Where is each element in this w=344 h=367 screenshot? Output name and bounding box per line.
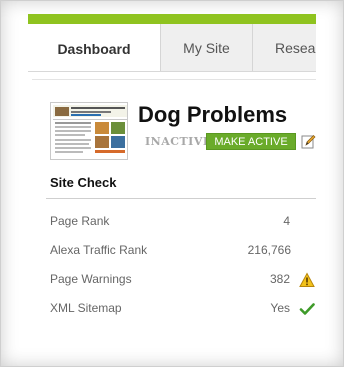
site-check-row-page-warnings[interactable]: Page Warnings 382 xyxy=(50,272,316,290)
tab-dashboard[interactable]: Dashboard xyxy=(28,24,161,71)
row-label: Page Warnings xyxy=(50,272,132,286)
edit-icon[interactable] xyxy=(301,134,316,149)
section-divider xyxy=(46,198,316,199)
site-check-row-xml-sitemap: XML Sitemap Yes xyxy=(50,301,316,319)
check-icon xyxy=(299,301,315,317)
site-thumbnail[interactable] xyxy=(50,102,128,160)
row-label: Alexa Traffic Rank xyxy=(50,243,148,257)
row-value: 4 xyxy=(283,214,290,228)
tab-research[interactable]: Resear xyxy=(253,24,316,71)
accent-bar xyxy=(28,14,316,24)
divider xyxy=(32,79,316,80)
section-title-site-check: Site Check xyxy=(50,175,117,190)
tab-bar: Dashboard My Site Resear xyxy=(28,24,316,72)
row-label: Page Rank xyxy=(50,214,110,228)
site-thumbnail-image xyxy=(51,103,127,159)
row-value: 216,766 xyxy=(247,243,291,257)
row-value: Yes xyxy=(270,301,290,315)
warning-icon[interactable] xyxy=(299,272,315,288)
status-label: INACTIVE xyxy=(145,135,212,148)
site-check-row-alexa-rank: Alexa Traffic Rank 216,766 xyxy=(50,243,316,261)
row-label: XML Sitemap xyxy=(50,301,122,315)
site-title: Dog Problems xyxy=(138,102,288,127)
site-check-row-page-rank: Page Rank 4 xyxy=(50,214,316,232)
row-value: 382 xyxy=(269,272,290,286)
make-active-button[interactable]: MAKE ACTIVE xyxy=(206,133,296,150)
tab-my-site[interactable]: My Site xyxy=(161,24,253,71)
